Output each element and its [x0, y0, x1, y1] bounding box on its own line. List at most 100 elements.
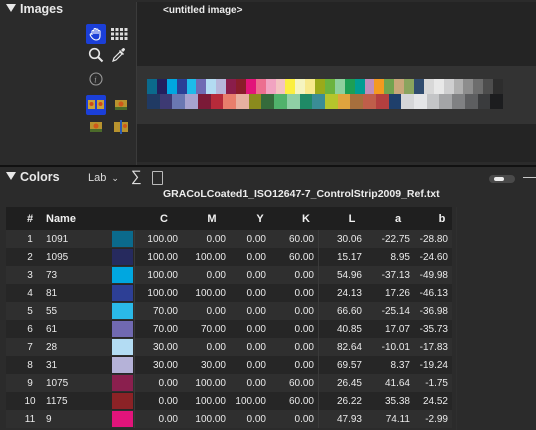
- color-control-strip[interactable]: [147, 79, 504, 109]
- strip-patch[interactable]: [388, 94, 402, 109]
- grid-icon[interactable]: [109, 24, 129, 44]
- strip-patch[interactable]: [185, 94, 199, 109]
- compare-images-icon[interactable]: [86, 95, 106, 115]
- strip-patch[interactable]: [236, 94, 250, 109]
- eyedropper-icon[interactable]: [109, 45, 129, 65]
- strip-patch[interactable]: [261, 94, 275, 109]
- strip-patch[interactable]: [354, 79, 366, 94]
- strip-patch[interactable]: [350, 94, 364, 109]
- strip-patch[interactable]: [147, 79, 158, 94]
- collapse-triangle-icon[interactable]: [6, 4, 16, 12]
- strip-patch[interactable]: [404, 79, 415, 94]
- images-panel-header[interactable]: Images: [6, 2, 63, 16]
- hand-icon[interactable]: [86, 24, 106, 44]
- strip-patch[interactable]: [325, 94, 339, 109]
- strip-patch[interactable]: [166, 79, 178, 94]
- table-row[interactable]: 11 9 0.00 100.00 0.00 0.00 47.93 74.11 -2.99: [6, 410, 452, 428]
- strip-patch[interactable]: [426, 94, 440, 109]
- strip-patch[interactable]: [236, 79, 247, 94]
- strip-patch[interactable]: [384, 79, 395, 94]
- strip-patch[interactable]: [490, 94, 504, 109]
- strip-patch[interactable]: [375, 94, 390, 109]
- strip-patch[interactable]: [156, 79, 168, 94]
- strip-patch[interactable]: [305, 79, 316, 94]
- strip-patch[interactable]: [473, 79, 484, 94]
- strip-patch[interactable]: [452, 94, 466, 109]
- strip-patch[interactable]: [394, 79, 405, 94]
- strip-patch[interactable]: [159, 94, 173, 109]
- strip-patch[interactable]: [364, 79, 375, 94]
- strip-patch[interactable]: [186, 79, 197, 94]
- strip-patch[interactable]: [172, 94, 186, 109]
- strip-patch[interactable]: [477, 94, 491, 109]
- strip-patch[interactable]: [401, 94, 415, 109]
- strip-patch[interactable]: [255, 79, 267, 94]
- table-row[interactable]: 9 1075 0.00 100.00 0.00 60.00 26.45 41.64 -1.75: [6, 374, 452, 392]
- strip-patch[interactable]: [374, 79, 385, 94]
- table-row[interactable]: 2 1095 100.00 100.00 0.00 60.00 15.17 8.95 -24.6…: [6, 248, 452, 266]
- strip-patch[interactable]: [363, 94, 377, 109]
- strip-patch[interactable]: [334, 79, 346, 94]
- column-header-a[interactable]: a: [388, 207, 408, 230]
- strip-patch[interactable]: [414, 79, 425, 94]
- strip-patch[interactable]: [223, 94, 237, 109]
- zoom-icon[interactable]: [86, 45, 106, 65]
- document-icon[interactable]: [152, 171, 163, 185]
- column-header-y[interactable]: Y: [250, 207, 270, 230]
- column-header-c[interactable]: C: [154, 207, 174, 230]
- table-row[interactable]: 7 28 30.00 0.00 0.00 0.00 82.64 -10.01 -17.83: [6, 338, 452, 356]
- strip-patch[interactable]: [197, 94, 212, 109]
- strip-patch[interactable]: [443, 79, 455, 94]
- column-header-name[interactable]: Name: [46, 207, 106, 230]
- column-header-l[interactable]: L: [342, 207, 362, 230]
- strip-patch[interactable]: [248, 94, 262, 109]
- strip-patch[interactable]: [483, 79, 494, 94]
- colors-panel-header[interactable]: Colors: [6, 170, 60, 184]
- strip-patch[interactable]: [210, 94, 224, 109]
- table-row[interactable]: 3 73 100.00 0.00 0.00 0.00 54.96 -37.13 -49.98: [6, 266, 452, 284]
- strip-patch[interactable]: [265, 79, 277, 94]
- strip-patch[interactable]: [299, 94, 313, 109]
- strip-patch[interactable]: [285, 79, 296, 94]
- image-thumb-icon[interactable]: [86, 117, 106, 137]
- column-header-m[interactable]: M: [202, 207, 222, 230]
- table-row[interactable]: 10 1175 0.00 100.00 100.00 60.00 26.22 35.38 24.…: [6, 392, 452, 410]
- table-row[interactable]: 4 81 100.00 100.00 0.00 0.00 24.13 17.26 -46.13: [6, 284, 452, 302]
- table-row[interactable]: 6 61 70.00 70.00 0.00 0.00 40.85 17.07 -35.73: [6, 320, 452, 338]
- strip-patch[interactable]: [176, 79, 188, 94]
- strip-patch[interactable]: [423, 79, 435, 94]
- strip-patch[interactable]: [274, 94, 288, 109]
- split-image-icon[interactable]: [111, 117, 131, 137]
- table-row[interactable]: 8 31 30.00 30.00 0.00 0.00 69.57 8.37 -19.24: [6, 356, 452, 374]
- strip-patch[interactable]: [206, 79, 217, 94]
- strip-patch[interactable]: [312, 94, 326, 109]
- strip-patch[interactable]: [463, 79, 474, 94]
- strip-patch[interactable]: [414, 94, 428, 109]
- strip-patch[interactable]: [147, 94, 161, 109]
- strip-patch[interactable]: [325, 79, 336, 94]
- collapse-triangle-icon[interactable]: [6, 172, 16, 180]
- remove-button[interactable]: —: [523, 169, 536, 184]
- strip-patch[interactable]: [439, 94, 453, 109]
- table-row[interactable]: 1 1091 100.00 0.00 0.00 60.00 30.06 -22.75 -28.8…: [6, 230, 452, 248]
- strip-patch[interactable]: [315, 79, 326, 94]
- slider-knob[interactable]: [494, 177, 504, 181]
- strip-patch[interactable]: [344, 79, 356, 94]
- strip-patch[interactable]: [453, 79, 464, 94]
- strip-patch[interactable]: [216, 79, 227, 94]
- column-header-b[interactable]: b: [432, 207, 452, 230]
- strip-patch[interactable]: [493, 79, 504, 94]
- table-row[interactable]: 5 55 70.00 0.00 0.00 0.00 66.60 -25.14 -36.98: [6, 302, 452, 320]
- column-header-k[interactable]: K: [296, 207, 316, 230]
- strip-patch[interactable]: [196, 79, 207, 94]
- info-icon[interactable]: i: [86, 69, 106, 89]
- strip-patch[interactable]: [226, 79, 237, 94]
- strip-patch[interactable]: [433, 79, 445, 94]
- strip-patch[interactable]: [245, 79, 257, 94]
- strip-patch[interactable]: [275, 79, 286, 94]
- column-header-number[interactable]: #: [20, 207, 40, 230]
- image-thumb-icon[interactable]: [111, 95, 131, 115]
- strip-patch[interactable]: [464, 94, 479, 109]
- strip-patch[interactable]: [295, 79, 306, 94]
- color-mode-dropdown[interactable]: Lab ⌄: [88, 172, 119, 184]
